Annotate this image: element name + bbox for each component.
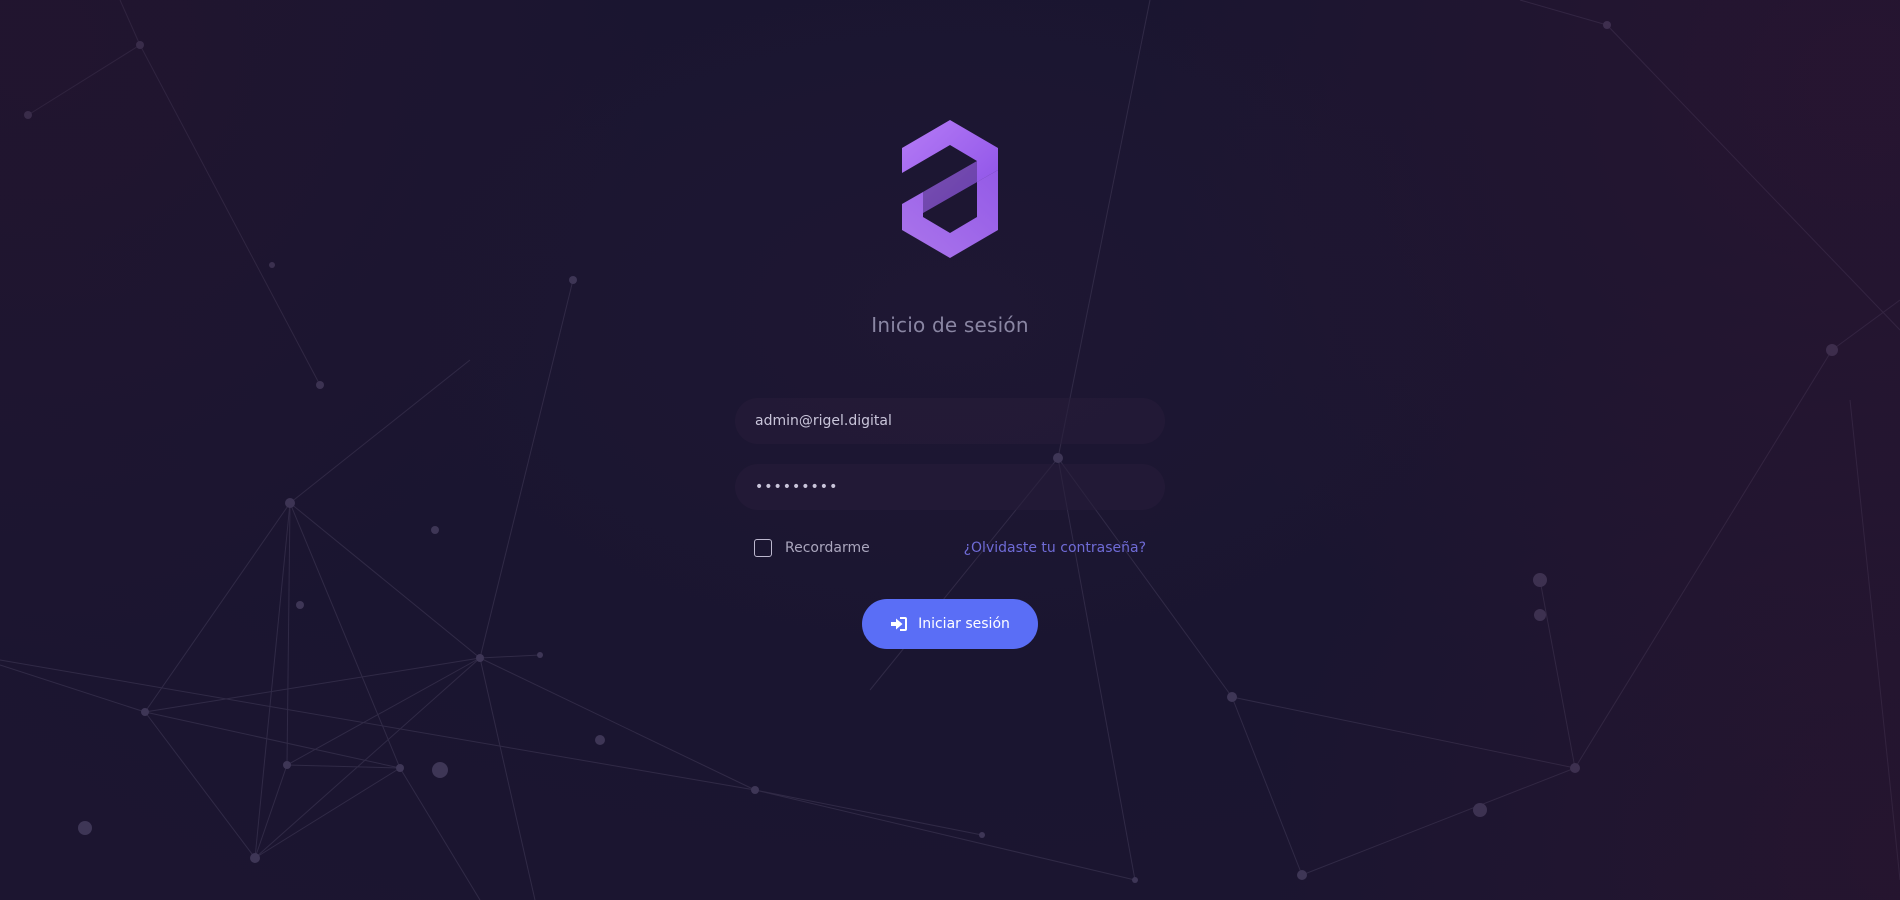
remember-me-label: Recordarme: [785, 540, 870, 556]
password-field[interactable]: [735, 464, 1165, 510]
sign-in-icon: [891, 617, 908, 631]
page-title: Inicio de sesión: [871, 313, 1029, 337]
email-field[interactable]: [735, 398, 1165, 444]
login-button[interactable]: Iniciar sesión: [862, 599, 1038, 649]
brand-logo-icon: [902, 120, 998, 258]
remember-me-checkbox[interactable]: [754, 539, 772, 557]
remember-me-toggle[interactable]: Recordarme: [754, 539, 870, 557]
login-button-label: Iniciar sesión: [918, 616, 1010, 632]
forgot-password-link[interactable]: ¿Olvidaste tu contraseña?: [964, 540, 1146, 556]
